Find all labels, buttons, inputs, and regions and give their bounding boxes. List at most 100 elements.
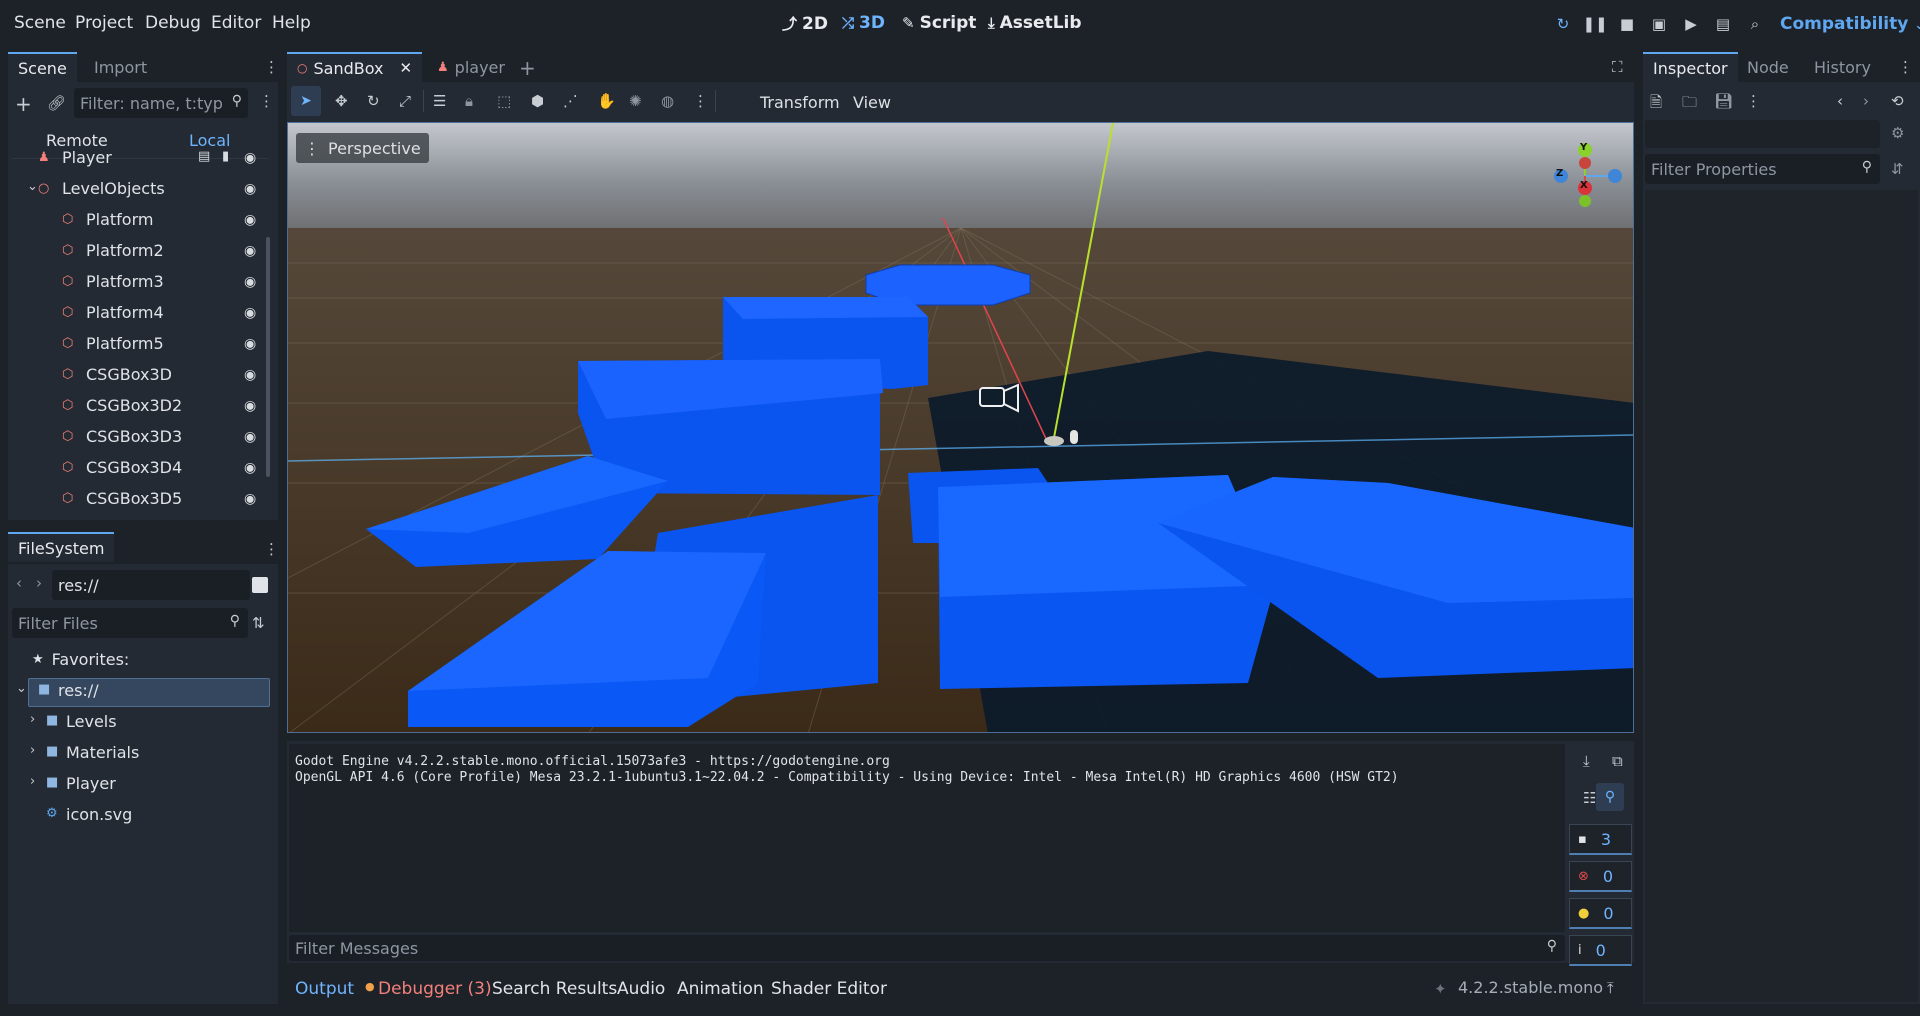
visibility-eye-icon[interactable]: ◉ [244,429,256,445]
scene-tree-item[interactable]: ⬡ CSGBox3D ◉ [8,361,264,392]
object-tools-icon[interactable]: ⚙ [1891,124,1904,142]
list-select-icon[interactable]: ☰ [433,92,446,110]
script-icon[interactable]: ▤ [198,149,210,164]
bottom-tab-debugger[interactable]: Debugger (3) [378,979,492,999]
reload-icon[interactable]: ↻ [1553,14,1573,34]
collapse-icon[interactable]: ☷ [1583,789,1596,807]
scene-tree-scrollbar[interactable] [266,237,270,477]
filter-properties-input[interactable]: Filter Properties ⚲ [1645,154,1880,184]
object-selector[interactable] [1645,120,1880,148]
workspace-assetlib-button[interactable]: ⤓ AssetLib [988,13,1082,33]
scene-tree-item[interactable]: ⬡ CSGBox3D5 ◉ [8,485,264,516]
play-custom-icon[interactable]: ▤ [1713,14,1733,34]
add-node-icon[interactable]: + [15,92,32,116]
scene-tree-item[interactable]: ⬡ Platform5 ◉ [8,330,264,361]
info-filter-toggle[interactable]: ⅰ0 [1569,935,1632,966]
visibility-eye-icon[interactable]: ◉ [244,336,256,352]
scene-tree-item[interactable]: ⬡ CSGBox3D2 ◉ [8,392,264,423]
group-icon[interactable]: ⬚ [497,92,511,110]
menu-editor[interactable]: Editor [211,13,261,33]
workspace-script-button[interactable]: ✎ Script [902,13,976,33]
tab-sandbox[interactable]: ○ SandBox ✕ [287,52,423,82]
filesystem-folder-item[interactable]: › ■ Player [8,770,270,801]
copy-output-icon[interactable]: ⤓ [1583,752,1590,770]
open-folder-icon[interactable]: 🗀︎ [1682,92,1697,117]
distraction-free-icon[interactable]: ⛶ [1612,58,1623,76]
menu-help[interactable]: Help [272,13,311,33]
filesystem-filter-input[interactable]: Filter Files ⚲ [12,608,248,638]
menu-scene[interactable]: Scene [14,13,66,33]
new-resource-icon[interactable]: 🗎︎ [1650,92,1662,117]
errors-filter-toggle[interactable]: ⊗ 0 [1569,861,1632,892]
3d-viewport[interactable]: ⋮ Perspective Y Z X [287,122,1634,733]
more-options-icon[interactable]: ⋮ [1746,92,1761,110]
visibility-eye-icon[interactable]: ◉ [244,398,256,414]
chevron-down-icon[interactable]: ⌄ [16,681,27,696]
axis-gizmo[interactable]: Y Z X [1542,137,1628,223]
chevron-right-icon[interactable]: › [30,743,35,758]
property-options-icon[interactable]: ⇵ [1891,160,1904,178]
pause-icon[interactable]: ❚❚ [1582,14,1607,34]
renderer-selector[interactable]: Compatibility ⌄ [1780,14,1920,34]
chevron-right-icon[interactable]: › [30,712,35,727]
scene-tree-item[interactable]: ⬡ CSGBox3D3 ◉ [8,423,264,454]
add-tab-icon[interactable]: + [519,56,536,80]
menu-dots-icon[interactable]: ⋮ [1898,58,1913,76]
bottom-tab-output[interactable]: Output [295,979,354,999]
sun-icon[interactable]: ✺ [629,92,642,110]
bottom-tab-shader-editor[interactable]: Shader Editor [771,979,887,999]
back-icon[interactable]: ‹ [1837,92,1843,110]
visibility-eye-icon[interactable]: ◉ [244,150,256,166]
scene-filter-input[interactable]: Filter: name, t:typ ⚲ [74,88,248,118]
forward-icon[interactable]: › [1863,92,1869,110]
expand-bottom-panel-icon[interactable]: ⤒ [1607,979,1614,997]
tab-node[interactable]: Node [1737,52,1799,82]
tab-import[interactable]: Import [84,52,157,82]
close-icon[interactable]: ✕ [399,59,412,77]
visibility-eye-icon[interactable]: ◉ [244,460,256,476]
rotate-tool-icon[interactable]: ↻ [367,92,380,110]
menu-project[interactable]: Project [75,13,133,33]
workspace-2d-button[interactable]: ⤴ 2D [782,13,828,34]
scene-tree-item[interactable]: ⬡ Platform ◉ [8,206,264,237]
scene-tree-item[interactable]: ⬡ Platform2 ◉ [8,237,264,268]
play-scene-icon[interactable]: ▶ [1681,14,1701,34]
toggle-split-icon[interactable] [252,577,268,593]
chevron-right-icon[interactable]: › [30,774,35,789]
bottom-tab-animation[interactable]: Animation [677,979,764,999]
scene-tree-item[interactable]: ⌄ ○ LevelObjects ◉ [8,175,264,206]
scene-tree-item[interactable]: ⬡ Platform3 ◉ [8,268,264,299]
path-field[interactable]: res:// [52,570,250,600]
visibility-eye-icon[interactable]: ◉ [244,491,256,507]
visibility-eye-icon[interactable]: ◉ [244,181,256,197]
camera-preview-icon[interactable]: ✋ [597,92,616,110]
favorites-row[interactable]: ★ Favorites: [16,650,129,669]
workspace-3d-button[interactable]: ⤮ 3D [842,13,885,33]
lock-icon[interactable]: 🔒︎ [465,92,473,110]
view-menu[interactable]: View [853,93,891,112]
stop-icon[interactable]: ■ [1617,14,1637,34]
scene-tree-item[interactable]: ⬡ Platform4 ◉ [8,299,264,330]
environment-icon[interactable]: ◍ [661,92,674,110]
tab-scene[interactable]: Scene [8,52,77,82]
visibility-eye-icon[interactable]: ◉ [244,367,256,383]
chevron-down-icon[interactable]: ⌄ [27,179,38,194]
visibility-eye-icon[interactable]: ◉ [244,212,256,228]
filesystem-file-item[interactable]: ⚙ icon.svg [8,801,270,832]
visibility-eye-icon[interactable]: ◉ [244,305,256,321]
more-options-icon[interactable]: ⋮ [693,92,708,110]
output-log[interactable]: Godot Engine v4.2.2.stable.mono.official… [289,744,1565,932]
tab-player[interactable]: ♟ player [427,52,515,82]
save-icon[interactable]: 💾︎ [1714,92,1733,110]
scene-icon[interactable]: ▮ [222,149,229,164]
transform-menu[interactable]: Transform [760,93,840,112]
scale-tool-icon[interactable]: ⤢ [399,92,411,110]
menu-dots-icon[interactable]: ⋮ [264,58,279,76]
filesystem-folder-item[interactable]: › ■ Levels [8,708,270,739]
clear-output-icon[interactable]: ⧉ [1612,752,1623,770]
visibility-eye-icon[interactable]: ◉ [244,274,256,290]
scene-tree-item[interactable]: ♟ Player ▤ ▮ ◉ [8,144,264,175]
bottom-tab-search-results[interactable]: Search Results [492,979,617,999]
filesystem-folder-item[interactable]: ⌄ ■ res:// [8,677,270,708]
back-icon[interactable]: ‹ [16,574,22,592]
